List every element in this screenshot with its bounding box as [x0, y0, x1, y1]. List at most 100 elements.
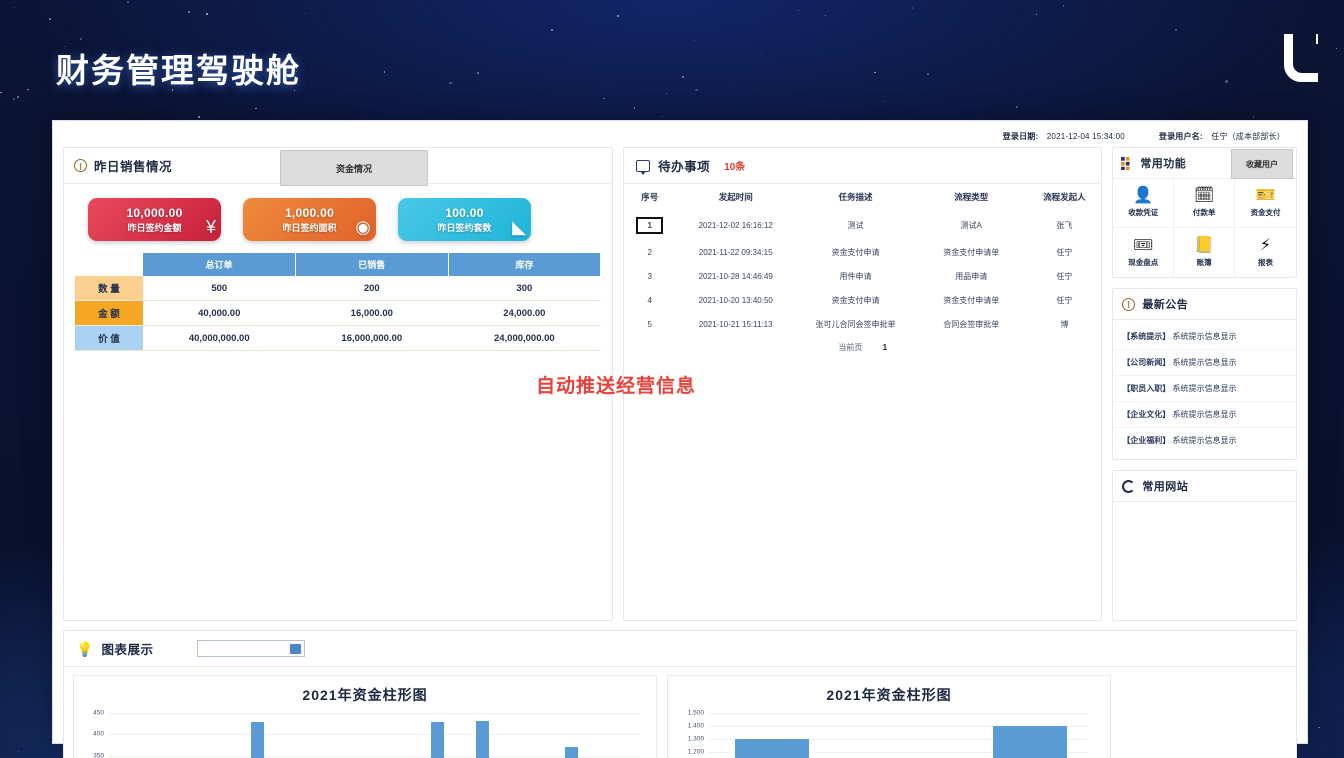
y-axis-tick-label: 1.400	[688, 722, 704, 729]
receipt-person-icon: 👤	[1133, 188, 1153, 204]
chart-bars	[108, 713, 646, 758]
row-label-value: 价 值	[75, 326, 143, 351]
kpi-card-contract-amount[interactable]: 10,000.00 昨日签约金额 ¥	[88, 198, 221, 241]
sites-panel-title: 常用网站	[1142, 478, 1188, 494]
list-item[interactable]: 【企业文化】 系统提示信息显示	[1113, 402, 1296, 428]
pager-label: 当前页	[838, 343, 862, 352]
todo-count-badge: 10条	[724, 158, 745, 173]
list-item[interactable]: 【系统提示】 系统提示信息显示	[1113, 324, 1296, 350]
list-item[interactable]: 【公司新闻】 系统提示信息显示	[1113, 350, 1296, 376]
kpi-value: 100.00	[445, 206, 484, 220]
sites-list[interactable]	[1113, 502, 1296, 620]
function-fund-payment[interactable]: 🎫 资金支付	[1235, 179, 1296, 228]
table-row[interactable]: 1 2021-12-02 16:16:12 测试 测试A 张飞	[624, 210, 1101, 240]
bar[interactable]	[431, 722, 444, 758]
y-axis-tick-label: 350	[93, 752, 104, 758]
ledger-icon: 📒	[1194, 238, 1214, 254]
tab-fund-status[interactable]: 资金情况	[280, 150, 428, 186]
functions-panel-header: 常用功能 收藏用户	[1113, 148, 1296, 179]
bar[interactable]	[476, 721, 489, 758]
report-bolt-icon: ⚡	[1260, 238, 1271, 254]
function-label: 收款凭证	[1128, 207, 1158, 218]
cell-time: 2021-10-28 14:46:49	[675, 264, 796, 288]
cell-owner: 张飞	[1028, 210, 1102, 240]
cell-owner: 博	[1028, 312, 1102, 336]
cell-desc: 用件申请	[796, 264, 915, 288]
bar[interactable]	[251, 722, 264, 758]
session-info-bar: 登录日期: 2021-12-04 15:34:00 登录用户名: 任宁（成本部部…	[63, 129, 1297, 143]
cell: 24,000.00	[448, 301, 601, 326]
cell-time: 2021-10-20 13:40:50	[675, 288, 796, 312]
table-row[interactable]: 4 2021-10-20 13:40:50 资金支付申请 资金支付申请单 任宁	[624, 288, 1101, 312]
notices-list: 【系统提示】 系统提示信息显示 【公司新闻】 系统提示信息显示 【职员入职】 系…	[1113, 320, 1296, 459]
notice-text: 系统提示信息显示	[1173, 436, 1237, 445]
list-item[interactable]: 【职员入职】 系统提示信息显示	[1113, 376, 1296, 402]
login-user: 登录用户名: 任宁（成本部部长）	[1159, 131, 1285, 142]
list-item[interactable]: 【企业福利】 系统提示信息显示	[1113, 428, 1296, 453]
cell-type: 用品申请	[915, 264, 1028, 288]
bar[interactable]	[735, 739, 809, 758]
todo-table: 序号 发起时间 任务描述 流程类型 流程发起人 1 2021-12-02 16:…	[624, 184, 1101, 336]
function-payment-slip[interactable]: 🗓 付款单	[1174, 179, 1235, 228]
charts-panel-header: 💡 图表展示	[64, 631, 1296, 667]
function-cash-count[interactable]: 🎟 现金盘点	[1113, 228, 1174, 277]
function-report[interactable]: ⚡ 报表	[1235, 228, 1296, 277]
function-ledger[interactable]: 📒 账簿	[1174, 228, 1235, 277]
cell-owner: 任宁	[1028, 288, 1102, 312]
cell-desc: 资金支付申请	[796, 240, 915, 264]
bar[interactable]	[565, 747, 578, 758]
cell: 40,000,000.00	[143, 326, 296, 351]
date-range-input[interactable]	[197, 640, 305, 657]
col-owner: 流程发起人	[1028, 184, 1102, 210]
y-axis-tick-label: 400	[93, 731, 104, 738]
sites-panel: 常用网站	[1112, 470, 1297, 621]
col-seq: 序号	[624, 184, 675, 210]
chart-plot-area: 01002003004005006007008009001.0001.1001.…	[708, 713, 1094, 758]
calendar-icon	[290, 644, 301, 654]
bar-group	[242, 722, 287, 758]
col-total-orders: 总订单	[143, 253, 296, 276]
row-label-amount: 金 额	[75, 301, 143, 326]
functions-panel-title: 常用功能	[1140, 155, 1186, 171]
cell-time: 2021-12-02 16:16:12	[675, 210, 796, 240]
charts-panel-title: 图表展示	[101, 639, 153, 658]
function-receipt-voucher[interactable]: 👤 收款凭证	[1113, 179, 1174, 228]
cell-desc: 张可儿合同会签申批单	[796, 312, 915, 336]
chart-bars	[708, 713, 1094, 758]
table-row[interactable]: 3 2021-10-28 14:46:49 用件申请 用品申请 任宁	[624, 264, 1101, 288]
table-row[interactable]: 2 2021-11-22 09:34:15 资金支付申请 资金支付申请单 任宁	[624, 240, 1101, 264]
y-axis-tick-label: 1.500	[688, 710, 704, 717]
kpi-card-contract-area[interactable]: 1,000.00 昨日签约面积 ◉	[243, 198, 376, 241]
bar-group	[422, 722, 467, 758]
row-label-quantity: 数 量	[75, 276, 143, 301]
table-row: 数 量 500 200 300	[75, 276, 601, 301]
cell-owner: 任宁	[1028, 240, 1102, 264]
todo-pagination[interactable]: 当前页 1	[624, 336, 1101, 361]
bar-group	[965, 726, 1094, 758]
kpi-caption: 昨日签约面积	[282, 221, 336, 234]
login-date: 登录日期: 2021-12-04 15:34:00	[1003, 131, 1125, 142]
functions-grid: 👤 收款凭证 🗓 付款单 🎫 资金支付 🎟 现金盘点	[1113, 179, 1296, 277]
bar[interactable]	[993, 726, 1067, 758]
col-time: 发起时间	[675, 184, 796, 210]
login-user-value: 任宁（成本部部长）	[1211, 132, 1285, 141]
function-label: 资金支付	[1251, 207, 1281, 218]
table-row: 价 值 40,000,000.00 16,000,000.00 24,000,0…	[75, 326, 601, 351]
cell-type: 测试A	[915, 210, 1028, 240]
function-label: 现金盘点	[1128, 257, 1158, 268]
functions-panel: 常用功能 收藏用户 👤 收款凭证 🗓 付款单 🎫 资金支付	[1112, 147, 1297, 278]
tab-favorite-users[interactable]: 收藏用户	[1231, 149, 1293, 179]
kpi-card-contract-units[interactable]: 100.00 昨日签约套数 ◣	[398, 198, 531, 241]
lightbulb-icon: 💡	[76, 642, 93, 656]
notice-tag: 【企业文化】	[1122, 410, 1170, 419]
bar-group	[556, 747, 601, 758]
cell-type: 资金支付申请单	[915, 288, 1028, 312]
col-sold: 已销售	[296, 253, 449, 276]
todo-panel-header: 待办事项 10条	[624, 148, 1101, 184]
sales-panel: 昨日销售情况 资金情况 10,000.00 昨日签约金额 ¥ 1,000.00 …	[63, 147, 613, 621]
cell-seq: 5	[624, 312, 675, 336]
table-row[interactable]: 5 2021-10-21 15:11:13 张可儿合同会签申批单 合同会签审批单…	[624, 312, 1101, 336]
notice-text: 系统提示信息显示	[1173, 332, 1237, 341]
pager-current-page: 1	[883, 343, 887, 352]
notice-text: 系统提示信息显示	[1173, 358, 1237, 367]
